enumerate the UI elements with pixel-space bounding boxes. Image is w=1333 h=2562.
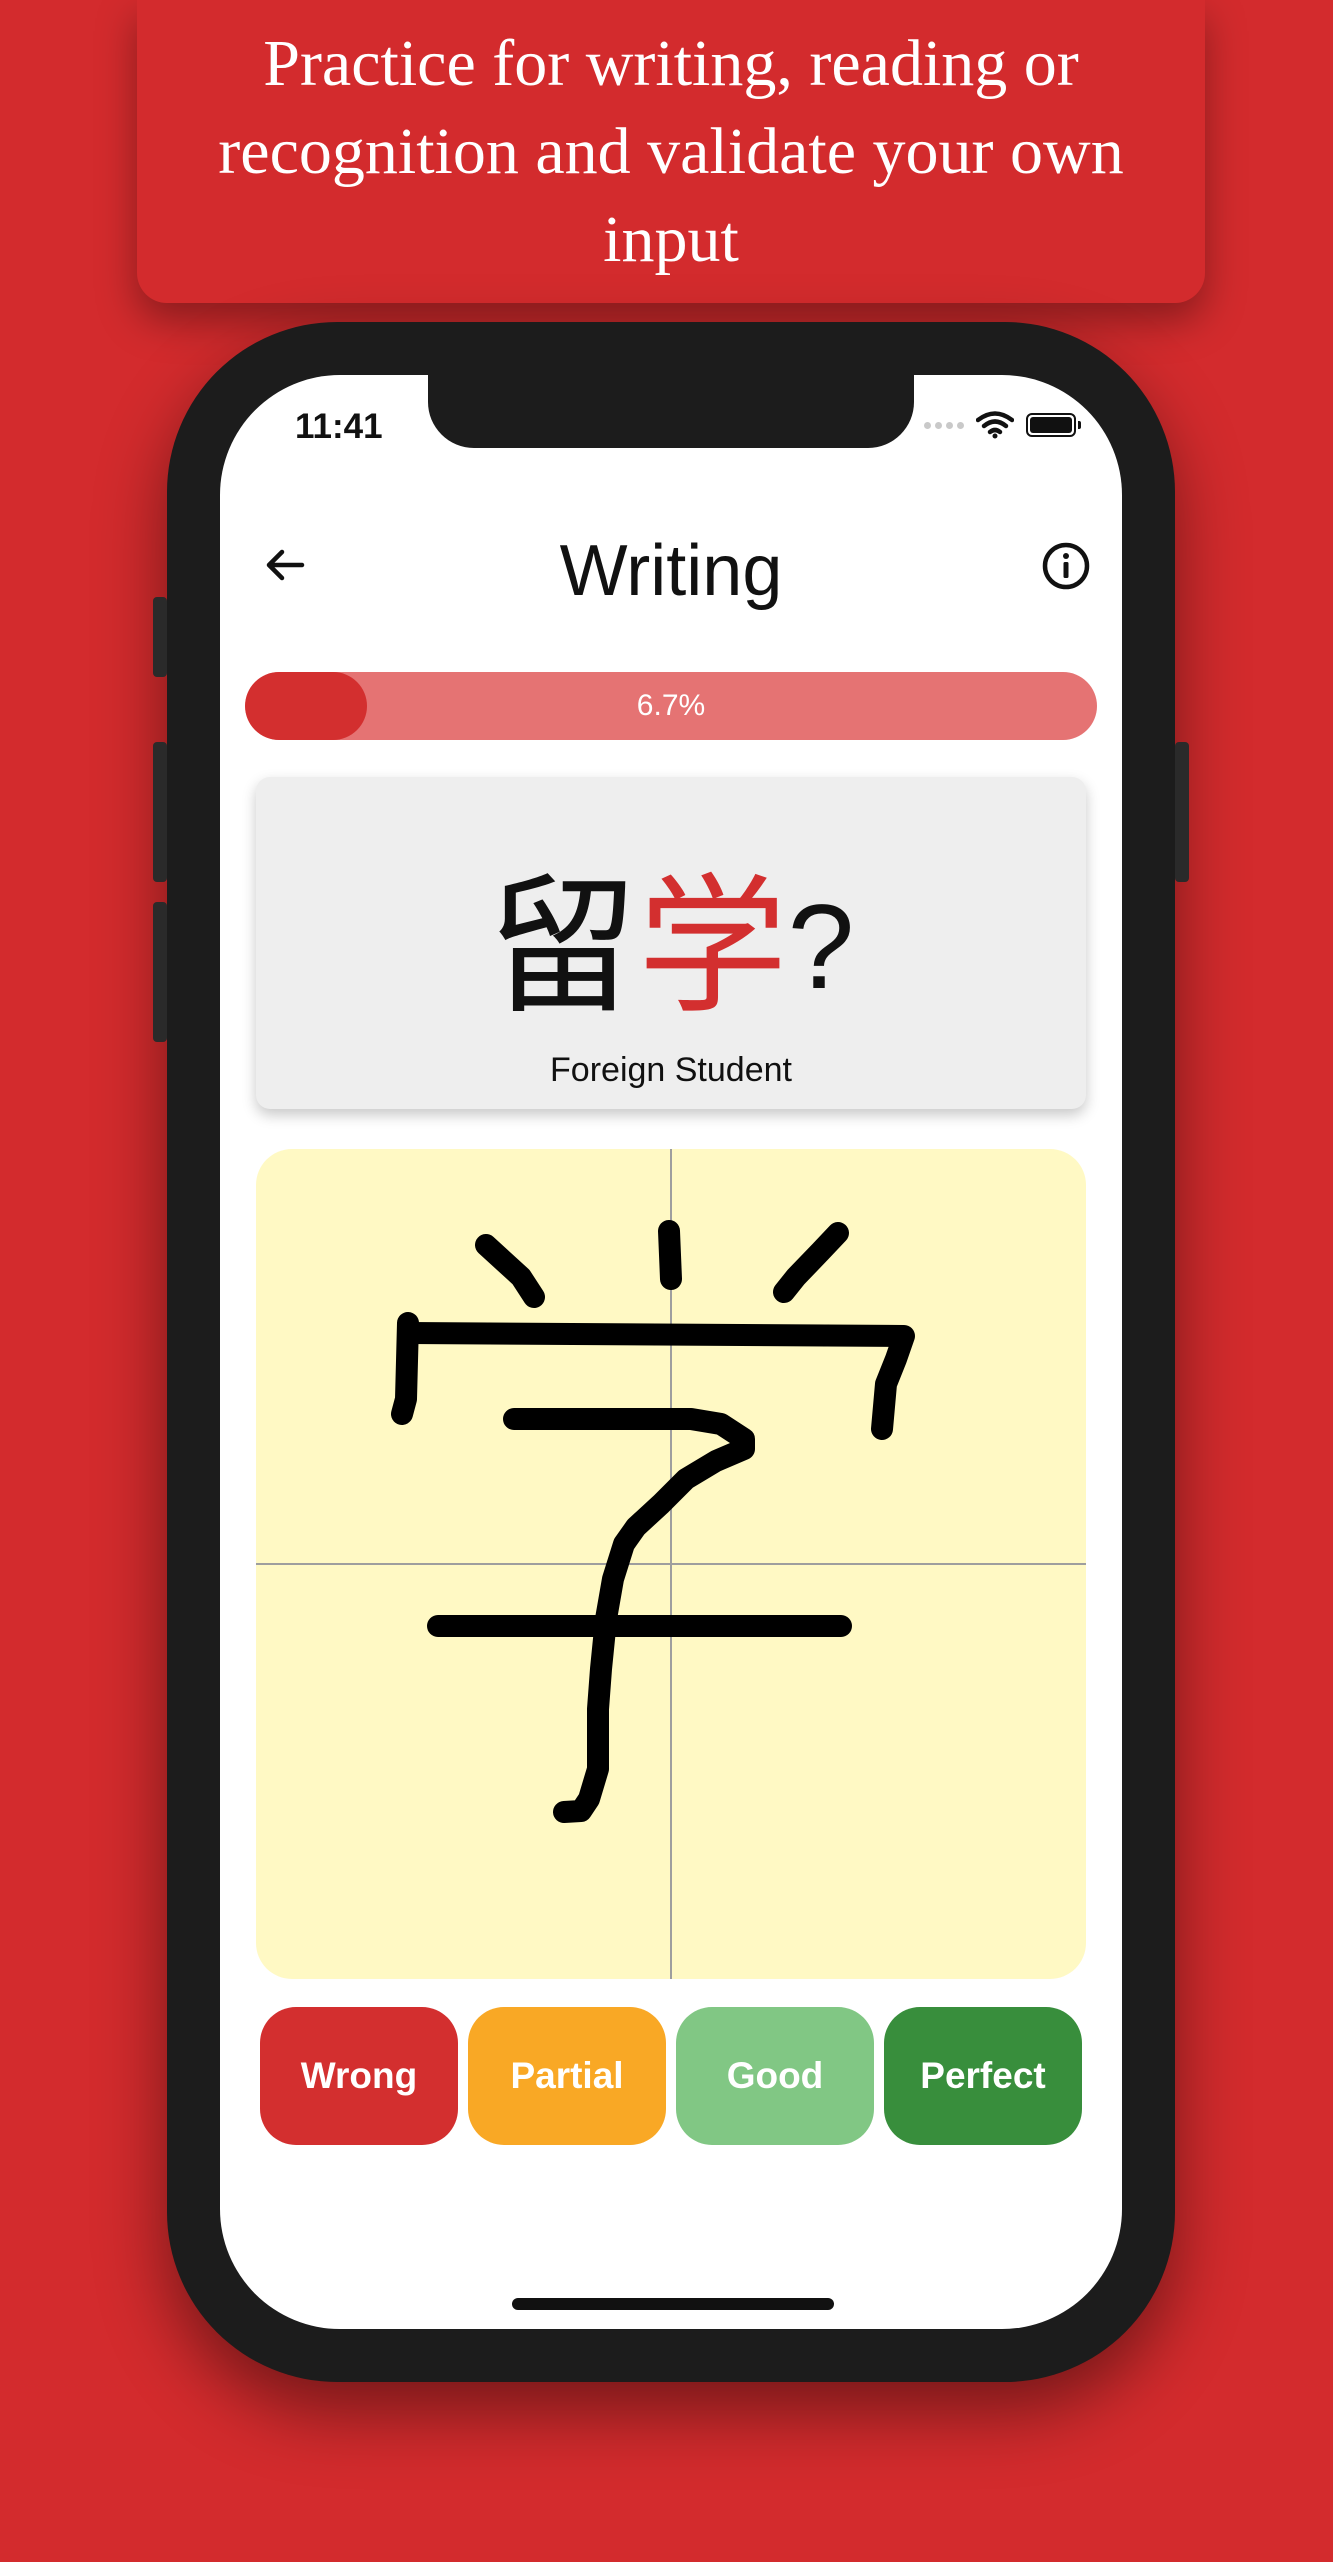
volume-up-button: [153, 742, 167, 882]
progress-label: 6.7%: [636, 689, 706, 722]
info-circle-icon[interactable]: [1040, 540, 1092, 592]
status-icons: [924, 411, 1081, 439]
power-button: [1175, 742, 1189, 882]
mute-switch: [153, 597, 167, 677]
good-button[interactable]: Good: [676, 2007, 874, 2145]
promo-banner: Practice for writing, reading or recogni…: [137, 0, 1205, 303]
handwriting-canvas[interactable]: [256, 1149, 1086, 1979]
rating-buttons: Wrong Partial Good Perfect: [260, 2007, 1082, 2145]
perfect-button[interactable]: Perfect: [884, 2007, 1082, 2145]
prompt-char-target: 学: [637, 863, 788, 1031]
prompt-card: 留学? Foreign Student: [256, 777, 1086, 1109]
partial-button[interactable]: Partial: [468, 2007, 666, 2145]
notch: [428, 375, 914, 448]
home-indicator: [512, 2298, 834, 2310]
prompt-char-known: 留: [487, 863, 638, 1031]
handwritten-strokes: [391, 1220, 915, 1823]
prompt-word: 留学?: [256, 867, 1086, 1027]
banner-text: Practice for writing, reading or recogni…: [218, 26, 1124, 276]
prompt-question-mark: ?: [787, 880, 855, 1014]
wifi-icon: [976, 411, 1014, 439]
battery-icon: [1026, 413, 1081, 437]
app-screen: 11:41 Writing 6.7% 留学? Foreign Student W…: [220, 375, 1122, 2329]
progress-bar: 6.7%: [245, 672, 1097, 740]
volume-down-button: [153, 902, 167, 1042]
status-time: 11:41: [295, 407, 383, 446]
prompt-meaning: Foreign Student: [550, 1051, 792, 1089]
wrong-button[interactable]: Wrong: [260, 2007, 458, 2145]
phone-frame: 11:41 Writing 6.7% 留学? Foreign Student W…: [153, 322, 1189, 2382]
page-title: Writing: [559, 531, 783, 611]
signal-dots-icon: [924, 421, 964, 429]
